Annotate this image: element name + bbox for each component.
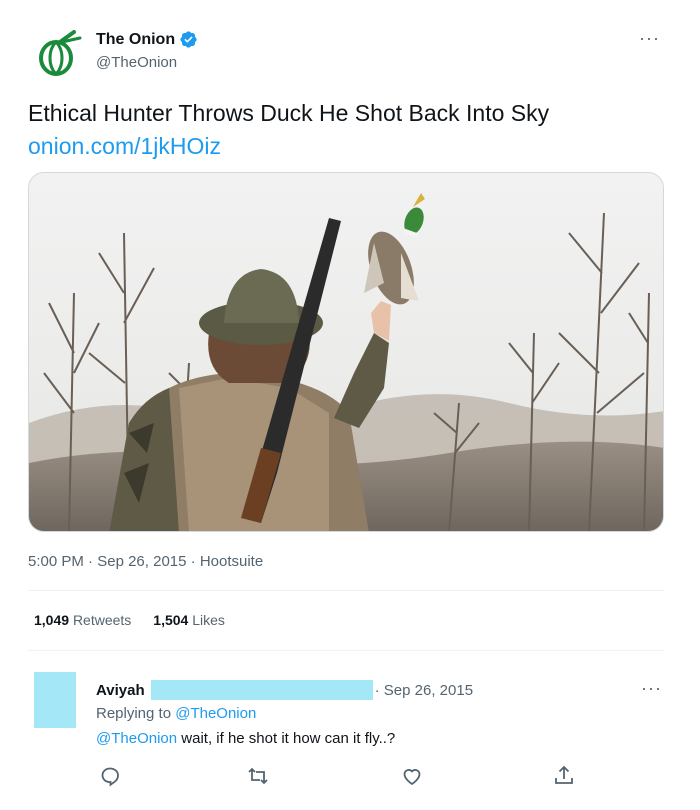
likes-count: 1,504 xyxy=(153,612,189,628)
retweets-label: Retweets xyxy=(72,612,132,628)
handle[interactable]: @TheOnion xyxy=(96,54,177,71)
reply-name-row: Aviyah · Sep 26, 2015 xyxy=(96,680,473,700)
tweet-meta: 5:00 PM · Sep 26, 2015 · Hootsuite xyxy=(28,553,263,570)
more-options-icon[interactable]: ··· xyxy=(639,28,660,49)
reply-date[interactable]: · Sep 26, 2015 xyxy=(375,682,473,699)
like-icon[interactable] xyxy=(400,764,424,788)
reply-actions xyxy=(96,764,586,788)
tweet-link[interactable]: onion.com/1jkHOiz xyxy=(28,131,221,161)
tweet-source[interactable]: Hootsuite xyxy=(200,553,263,570)
more-options-icon[interactable]: ··· xyxy=(641,678,662,699)
reply-text: @TheOnion wait, if he shot it how can it… xyxy=(96,730,395,747)
replying-to-mention[interactable]: @TheOnion xyxy=(175,705,256,722)
tweet-time[interactable]: 5:00 PM xyxy=(28,553,84,570)
avatar[interactable] xyxy=(34,672,76,728)
replying-to: Replying to @TheOnion xyxy=(96,705,256,722)
share-icon[interactable] xyxy=(552,764,576,788)
tweet-date[interactable]: Sep 26, 2015 xyxy=(97,553,186,570)
meta-separator: · xyxy=(190,553,200,570)
tweet-stats: 1,049 Retweets 1,504 Likes xyxy=(34,612,225,628)
tweet-text: Ethical Hunter Throws Duck He Shot Back … xyxy=(28,100,550,126)
verified-badge-icon xyxy=(180,31,197,48)
tweet-media-image[interactable] xyxy=(28,172,664,532)
likes-label: Likes xyxy=(192,612,225,628)
meta-separator: · xyxy=(88,553,98,570)
likes-stat[interactable]: 1,504 Likes xyxy=(153,612,225,628)
hunter-duck-photo xyxy=(29,173,663,531)
retweets-count: 1,049 xyxy=(34,612,70,628)
tweet-header: The Onion @TheOnion ··· xyxy=(34,26,670,76)
replying-prefix: Replying to xyxy=(96,705,172,722)
divider xyxy=(28,590,664,591)
reply-icon[interactable] xyxy=(98,764,122,788)
divider xyxy=(28,650,664,651)
retweet-icon[interactable] xyxy=(246,764,270,788)
name-row: The Onion xyxy=(96,30,198,49)
reply-author-name[interactable]: Aviyah xyxy=(96,682,145,699)
reply-mention[interactable]: @TheOnion xyxy=(96,730,177,747)
onion-logo-icon[interactable] xyxy=(34,30,82,78)
reply-body: wait, if he shot it how can it fly..? xyxy=(177,730,396,747)
reply-tweet[interactable]: Aviyah · Sep 26, 2015 ··· Replying to @T… xyxy=(0,652,700,810)
display-name[interactable]: The Onion xyxy=(96,31,175,49)
retweets-stat[interactable]: 1,049 Retweets xyxy=(34,612,131,628)
redacted-handle xyxy=(150,680,373,700)
